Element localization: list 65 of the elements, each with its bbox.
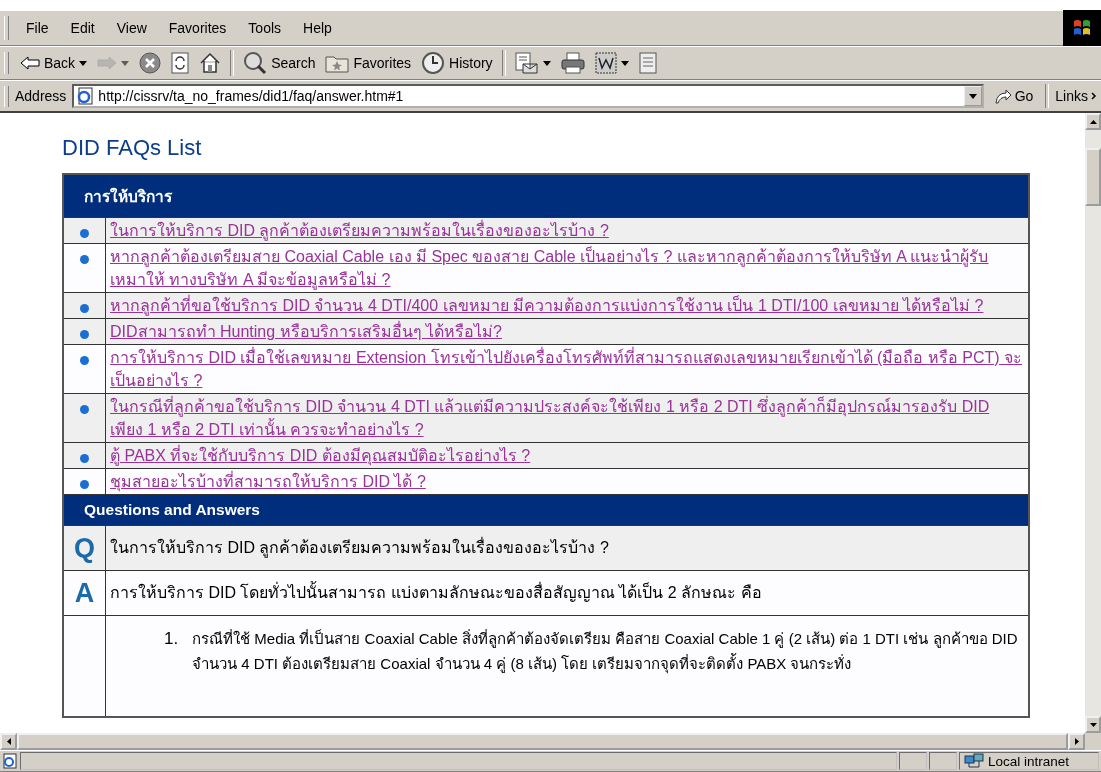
caret-icon[interactable] — [79, 60, 88, 66]
address-field[interactable]: http://cissrv/ta_no_frames/did1/faq/answer.htm#1 — [72, 84, 984, 108]
answer-paragraph: กรณีที่ใช้ Media ที่เป็นสาย Coaxial Cable สิ่งที่ลูกค้าต้องจัดเตรียม คือสาย Coaxial Cable 1 คู่ (2 เส้น) ต่อ 1 DTI เช่น ลูกค้าขอ DID จำนวน 4 DTI ต้องเตรียมสาย Coaxial จำนวน 4 คู่ (8 เส้น) โดย เตรียมจากจุดที่จะติดตั้ง PABX จนกระทั่ง — [192, 628, 1019, 676]
folder-star-icon — [325, 53, 350, 73]
menu-item[interactable]: View — [105, 20, 158, 36]
caret-icon[interactable] — [620, 60, 629, 66]
refresh-icon — [171, 52, 190, 74]
bullet-icon — [80, 255, 89, 264]
menu-item[interactable]: Favorites — [157, 20, 238, 36]
bullet-icon — [80, 405, 89, 414]
dropdown-button[interactable] — [963, 86, 982, 106]
menu-item[interactable]: Help — [292, 20, 343, 36]
down-arrow-icon — [1089, 722, 1097, 727]
question-mark-letter: Q — [74, 532, 95, 563]
curved-arrow-icon — [993, 87, 1012, 105]
favorites-button[interactable]: Favorites — [320, 49, 417, 77]
chevron-icon — [1091, 92, 1097, 100]
note-icon — [638, 52, 657, 74]
zone-label: Local intranet — [988, 753, 1070, 769]
bullet-icon — [80, 330, 89, 339]
go-button[interactable]: Go — [983, 87, 1046, 105]
clock-icon — [421, 51, 446, 75]
scroll-up-button[interactable] — [1085, 113, 1101, 130]
up-arrow-icon — [1089, 119, 1097, 124]
menu-item[interactable]: Edit — [59, 20, 106, 36]
answer-mark-letter: A — [74, 577, 95, 608]
scrollbar-thumb[interactable] — [17, 733, 1068, 750]
document-edit-icon — [594, 52, 617, 74]
stop-icon — [139, 52, 162, 74]
list-number: 1. — [164, 628, 179, 650]
scroll-left-button[interactable] — [0, 733, 17, 750]
page-title: DID FAQs List — [62, 135, 203, 161]
caret-icon[interactable] — [968, 93, 977, 99]
search-button[interactable]: Search — [238, 49, 321, 77]
menu-item[interactable]: Tools — [237, 20, 293, 36]
status-panel — [899, 752, 927, 770]
bullet-icon — [80, 454, 89, 463]
search-icon — [243, 51, 268, 75]
status-panel — [929, 752, 957, 770]
section-heading: Questions and Answers — [84, 501, 260, 518]
question-text: ในการให้บริการ DID ลูกค้าต้องเตรียมความพร้อมในเรื่องของอะไรบ้าง ? — [110, 539, 609, 556]
scrollbar-thumb[interactable] — [1085, 148, 1101, 206]
section-heading: การให้บริการ — [84, 187, 172, 205]
links-button[interactable]: Links — [1049, 88, 1101, 104]
home-icon — [199, 52, 222, 74]
scroll-right-button[interactable] — [1068, 733, 1085, 750]
windows-logo-icon — [1063, 10, 1101, 46]
mail-icon — [514, 52, 539, 74]
bullet-icon — [80, 480, 89, 489]
printer-icon — [560, 52, 585, 74]
bullet-icon — [80, 229, 89, 238]
back-button[interactable]: Back — [15, 49, 93, 77]
menu-item[interactable]: File — [15, 20, 60, 36]
caret-icon[interactable] — [542, 60, 551, 66]
history-button[interactable]: History — [416, 49, 498, 77]
network-icon — [964, 753, 984, 769]
back-arrow-icon — [20, 56, 40, 70]
left-arrow-icon — [6, 738, 11, 745]
page-icon — [76, 87, 95, 105]
bullet-icon — [80, 304, 89, 313]
right-arrow-icon — [1074, 738, 1079, 745]
address-label: Address — [15, 88, 67, 104]
bullet-icon — [80, 356, 89, 365]
scroll-down-button[interactable] — [1085, 716, 1101, 733]
forward-arrow-icon — [97, 56, 118, 70]
